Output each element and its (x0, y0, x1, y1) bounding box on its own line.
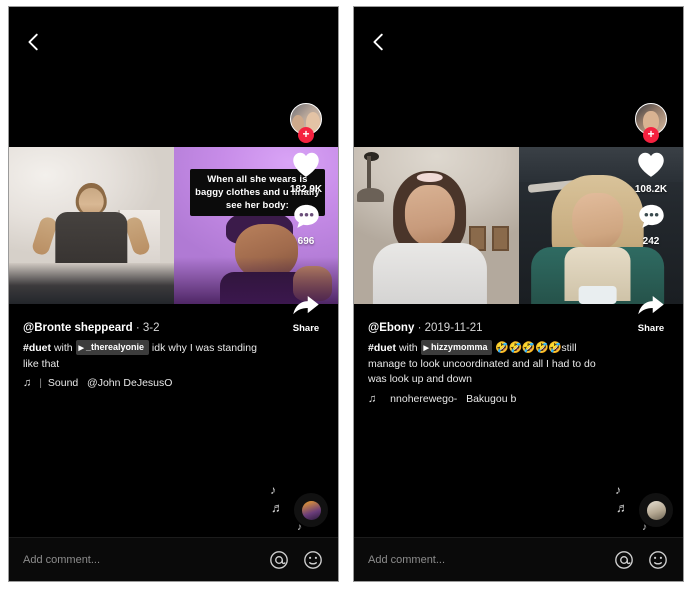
share-label-left: Share (292, 323, 320, 334)
emoji-button-left[interactable] (302, 549, 324, 571)
duet-clip-left-a (9, 147, 174, 304)
comment-button-right[interactable]: 242 (637, 203, 666, 247)
author-name-right: @Ebony (368, 322, 415, 334)
duet-partner-name-right: hizzymomma (430, 342, 488, 352)
music-note-float-1: ♪ (270, 483, 276, 497)
back-button-left[interactable] (23, 31, 45, 53)
comment-bar-left (9, 537, 338, 581)
action-rail-right: + 108.2K 242 (624, 103, 678, 255)
comment-input-left[interactable] (23, 553, 256, 566)
video-panel-left: When all she wears is baggy clothes and … (8, 6, 339, 582)
sound-line-left[interactable]: ♫ | Sound @John DeJesusO (23, 377, 324, 389)
author-name-left: @Bronte sheppeard (23, 322, 133, 334)
comment-button-left[interactable]: 696 (292, 203, 321, 247)
music-note-icon: ♫ (23, 377, 32, 390)
date-separator: · (417, 322, 422, 334)
music-note-icon: ♫ (368, 392, 377, 405)
mention-button-left[interactable] (268, 549, 290, 571)
comment-count-right: 242 (642, 236, 660, 247)
like-button-left[interactable]: 182.9K (290, 151, 322, 195)
comment-bar-right (354, 537, 683, 581)
share-button-left[interactable]: Share (279, 292, 333, 334)
back-button-right[interactable] (368, 31, 390, 53)
share-arrow-icon (636, 292, 666, 323)
share-label-right: Share (637, 323, 665, 334)
like-button-right[interactable]: 108.2K (635, 151, 667, 195)
hashtag-duet-left: #duet (23, 342, 52, 354)
heart-icon (291, 151, 321, 183)
like-count-right: 108.2K (634, 184, 668, 195)
duet-partner-chip-left[interactable]: ▶ _therealyonie (75, 340, 149, 356)
music-disc-right[interactable]: ♪ ♬ ♪ (615, 483, 673, 533)
post-date-right: 2019-11-21 (424, 322, 483, 334)
duet-partner-name-left: _therealyonie (85, 342, 144, 352)
mention-button-right[interactable] (613, 549, 635, 571)
follow-button-right[interactable]: + (643, 127, 659, 143)
music-note-float-2: ♬ (616, 500, 629, 515)
sound-label-left: Sound (47, 377, 79, 390)
comment-input-right[interactable] (368, 553, 601, 566)
caption-emoji-right: 🤣🤣🤣🤣🤣 (495, 342, 562, 354)
play-icon: ▶ (423, 345, 429, 352)
video-panel-right: + 108.2K 242 Share @Ebony · 2019-11-21 #… (353, 6, 684, 582)
sound-line-right[interactable]: ♫ nnoherewego- Bakugou b (368, 393, 669, 405)
music-note-float-1: ♪ (615, 483, 621, 497)
post-date-left: 3-2 (142, 322, 160, 334)
follow-button-left[interactable]: + (298, 127, 314, 143)
comment-count-left: 696 (297, 236, 315, 247)
caption-with-right: with (398, 342, 418, 354)
emoji-button-right[interactable] (647, 549, 669, 571)
screenshot-root: When all she wears is baggy clothes and … (0, 0, 684, 592)
sound-label-right: nnoherewego- (390, 392, 458, 405)
duet-clip-right-a (354, 147, 519, 304)
action-rail-left: + 182.9K 696 (279, 103, 333, 255)
sound-author-right: Bakugou b (466, 392, 517, 405)
vinyl-record-icon (294, 493, 328, 527)
heart-icon (636, 151, 666, 183)
creator-avatar-left[interactable]: + (290, 103, 322, 143)
caption-left[interactable]: #duet with ▶ _therealyonie idk why I was … (23, 340, 263, 372)
music-disc-left[interactable]: ♪ ♬ ♪ (270, 483, 328, 533)
share-button-right[interactable]: Share (624, 292, 678, 334)
play-icon: ▶ (78, 345, 84, 352)
caption-right[interactable]: #duet with ▶ hizzymomma 🤣🤣🤣🤣🤣still manage… (368, 340, 608, 388)
sound-author-left: @John DeJesusO (87, 377, 173, 390)
caption-with-left: with (53, 342, 73, 354)
share-arrow-icon (291, 292, 321, 323)
vinyl-record-icon (639, 493, 673, 527)
comment-bubble-icon (637, 203, 666, 235)
sound-separator-left: | (39, 377, 42, 390)
hashtag-duet-right: #duet (368, 342, 397, 354)
like-count-left: 182.9K (289, 184, 323, 195)
comment-bubble-icon (292, 203, 321, 235)
music-note-float-2: ♬ (271, 500, 284, 515)
creator-avatar-right[interactable]: + (635, 103, 667, 143)
duet-partner-chip-right[interactable]: ▶ hizzymomma (420, 340, 493, 356)
date-separator: · (135, 322, 140, 334)
